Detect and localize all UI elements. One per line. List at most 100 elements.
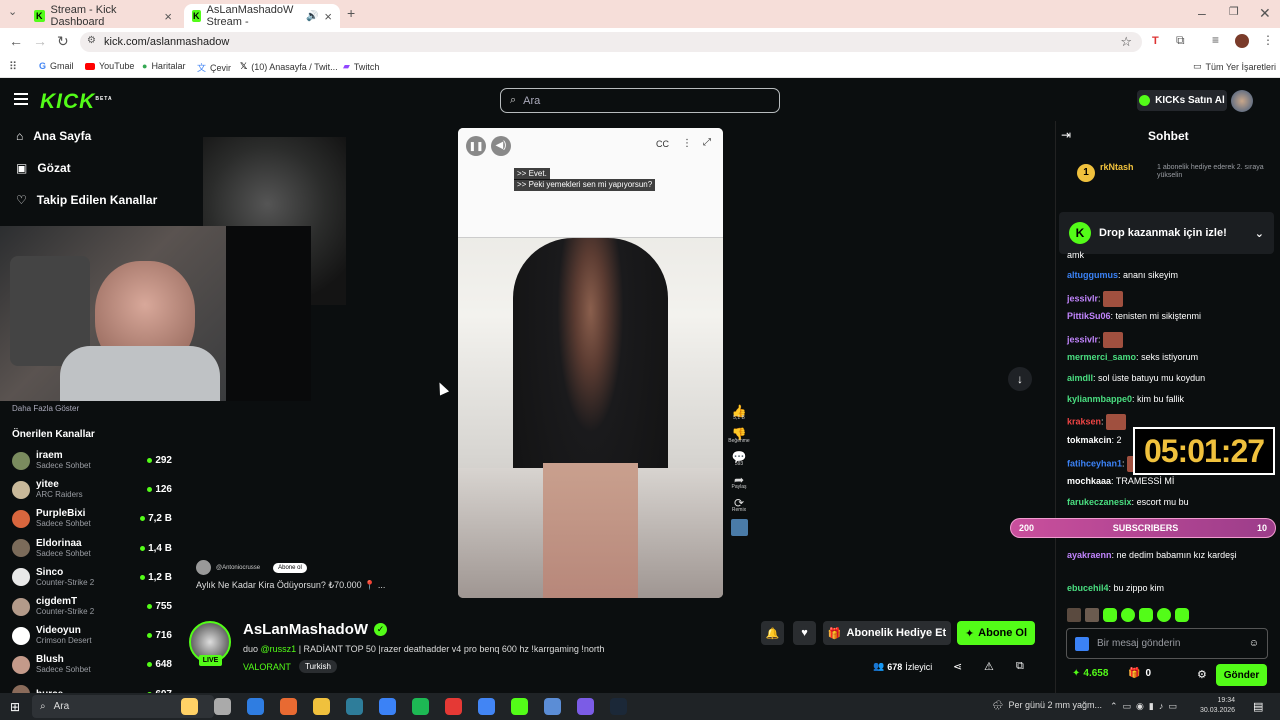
browser-tab-dashboard[interactable]: K Stream - Kick Dashboard × bbox=[26, 4, 180, 28]
shorts-subscribe-button[interactable]: Abone ol bbox=[273, 562, 307, 573]
captions-icon[interactable]: CC bbox=[656, 139, 669, 149]
tab-list-icon[interactable]: ⌄ bbox=[8, 5, 17, 18]
taskbar-app-icon[interactable] bbox=[181, 698, 198, 715]
taskbar-app-icon[interactable] bbox=[313, 698, 330, 715]
volume-icon[interactable]: ◀) bbox=[491, 136, 511, 156]
gift-subscription-button[interactable]: 🎁 Abonelik Hediye Et bbox=[823, 621, 951, 645]
chat-settings-icon[interactable]: ⚙ bbox=[1197, 668, 1207, 681]
bookmark-gmail[interactable]: G Gmail bbox=[39, 61, 74, 71]
windows-start-icon[interactable]: ⊞ bbox=[10, 700, 20, 714]
subscribe-button[interactable]: ✦ Abone Ol bbox=[957, 621, 1035, 645]
more-options-icon[interactable]: ⋮ bbox=[682, 138, 692, 149]
bookmark-translate[interactable]: 文 Çevir bbox=[197, 61, 231, 74]
chat-username[interactable]: jessivlr bbox=[1067, 293, 1098, 303]
recommended-channel[interactable]: iraem Sadece Sohbet 292 bbox=[12, 446, 172, 475]
chat-username[interactable]: mochkaaa bbox=[1067, 476, 1111, 486]
close-tab-icon[interactable]: × bbox=[324, 9, 332, 24]
chat-username[interactable]: mermerci_samo bbox=[1067, 352, 1136, 362]
dislike-icon[interactable]: 👎 bbox=[728, 428, 750, 440]
report-icon[interactable]: ⚠ bbox=[984, 660, 994, 673]
restore-icon[interactable]: ❐ bbox=[1229, 5, 1239, 18]
all-bookmarks[interactable]: ▭ Tüm Yer İşaretleri bbox=[1193, 61, 1276, 72]
taskbar-app-icon[interactable] bbox=[214, 698, 231, 715]
user-avatar[interactable] bbox=[1231, 90, 1253, 112]
taskbar-app-icon[interactable] bbox=[511, 698, 528, 715]
taskbar-app-icon[interactable] bbox=[544, 698, 561, 715]
taskbar-app-icon[interactable] bbox=[577, 698, 594, 715]
scroll-down-icon[interactable]: ↓ bbox=[1008, 367, 1032, 391]
drop-banner[interactable]: K Drop kazanmak için izle! ⌄ bbox=[1059, 212, 1274, 254]
close-tab-icon[interactable]: × bbox=[164, 9, 172, 24]
buy-kicks-button[interactable]: KICKs Satın Al bbox=[1137, 90, 1227, 111]
notifications-icon[interactable]: ▤ bbox=[1253, 700, 1263, 713]
new-tab-icon[interactable]: + bbox=[347, 5, 355, 21]
bookmark-youtube[interactable]: YouTube bbox=[85, 61, 134, 71]
chat-username[interactable]: kraksen bbox=[1067, 416, 1101, 426]
clock[interactable]: 19:34 30.03.2026 bbox=[1200, 696, 1235, 716]
like-icon[interactable]: 👍 bbox=[728, 405, 750, 417]
taskbar-app-icon[interactable] bbox=[445, 698, 462, 715]
bookmark-x[interactable]: 𝕏 (10) Anasayfa / Twit... bbox=[240, 61, 338, 72]
browser-menu-icon[interactable]: ⋮ bbox=[1262, 33, 1274, 47]
emote-icon[interactable] bbox=[1067, 608, 1081, 622]
emote-icon[interactable] bbox=[1175, 608, 1189, 622]
kick-logo[interactable]: KICKBETA bbox=[40, 90, 113, 114]
search-input[interactable]: ⌕ Ara bbox=[500, 88, 780, 113]
emote-icon[interactable] bbox=[1121, 608, 1135, 622]
recommended-channel[interactable]: Videoyun Crimson Desert 716 bbox=[12, 621, 172, 650]
gift-counter[interactable]: 🎁 0 bbox=[1128, 668, 1151, 679]
url-field[interactable]: ⚙ kick.com/aslanmashadow ☆ bbox=[80, 32, 1142, 52]
extension-icon[interactable]: T bbox=[1152, 35, 1159, 47]
bookmark-twitch[interactable]: ▰ Twitch bbox=[343, 61, 379, 72]
language-tag[interactable]: Turkish bbox=[299, 660, 337, 673]
share-stream-icon[interactable]: ⋖ bbox=[953, 660, 962, 673]
taskbar-app-icon[interactable] bbox=[412, 698, 429, 715]
recommended-channel[interactable]: Sinco Counter-Strike 2 1,2 B bbox=[12, 563, 172, 592]
chat-username[interactable]: PittikSu06 bbox=[1067, 311, 1111, 321]
profile-avatar[interactable] bbox=[1235, 34, 1249, 48]
apps-grid-icon[interactable]: ⠿ bbox=[9, 60, 17, 73]
chat-username[interactable]: tokmakcin bbox=[1067, 435, 1112, 445]
short-video[interactable]: ❚❚ ◀) CC ⋮ ⤢ >> Evet. >> Peki yemekleri … bbox=[458, 128, 723, 598]
menu-hamburger-icon[interactable] bbox=[14, 93, 28, 107]
emote-icon[interactable] bbox=[1139, 608, 1153, 622]
comment-icon[interactable]: 💬 bbox=[728, 451, 750, 463]
bookmark-maps[interactable]: ● Haritalar bbox=[142, 61, 185, 71]
bookmark-star-icon[interactable]: ☆ bbox=[1120, 34, 1132, 50]
chevron-down-icon[interactable]: ⌄ bbox=[1255, 227, 1264, 240]
nav-browse[interactable]: ▣ Gözat bbox=[16, 161, 71, 175]
browser-tab-stream[interactable]: K AsLanMashadoW Stream - 🔊 × bbox=[184, 4, 340, 28]
fullscreen-icon[interactable]: ⤢ bbox=[703, 137, 711, 148]
recommended-channel[interactable]: PurpleBixi Sadece Sohbet 7,2 B bbox=[12, 504, 172, 533]
back-icon[interactable]: ← bbox=[9, 33, 23, 49]
streamer-name[interactable]: AsLanMashadoW ✓ bbox=[243, 621, 388, 638]
chat-username[interactable]: altuggumus bbox=[1067, 270, 1118, 280]
chat-username[interactable]: ebucehil4 bbox=[1067, 583, 1109, 593]
taskbar-app-icon[interactable] bbox=[478, 698, 495, 715]
clip-icon[interactable]: ⧉ bbox=[1016, 660, 1024, 673]
chat-username[interactable]: jessivlr bbox=[1067, 334, 1098, 344]
category-link[interactable]: VALORANT bbox=[243, 662, 291, 672]
pause-icon[interactable]: ❚❚ bbox=[466, 136, 486, 156]
taskbar-app-icon[interactable] bbox=[610, 698, 627, 715]
emote-icon[interactable] bbox=[1157, 608, 1171, 622]
follow-heart-icon[interactable]: ♥ bbox=[793, 621, 816, 645]
send-button[interactable]: Gönder bbox=[1216, 664, 1267, 686]
pinned-user[interactable]: rkNtash bbox=[1100, 162, 1134, 172]
chat-username[interactable]: ayakraenn bbox=[1067, 550, 1112, 560]
speaker-icon[interactable]: 🔊 bbox=[306, 11, 318, 22]
notification-bell-icon[interactable]: 🔔 bbox=[761, 621, 784, 645]
chat-input[interactable]: Bir mesaj gönderin ☺ bbox=[1066, 628, 1268, 659]
emote-icon[interactable] bbox=[1085, 608, 1099, 622]
kicks-balance[interactable]: ✦ 4.658 bbox=[1072, 668, 1108, 679]
sound-thumbnail[interactable] bbox=[730, 519, 748, 536]
stream-title-mention[interactable]: @russz1 bbox=[261, 644, 297, 654]
chat-username[interactable]: fatihceyhan1 bbox=[1067, 458, 1122, 468]
collapse-chat-icon[interactable]: ⇥ bbox=[1061, 128, 1071, 142]
minimize-icon[interactable]: – bbox=[1198, 5, 1206, 21]
taskbar-app-icon[interactable] bbox=[280, 698, 297, 715]
reload-icon[interactable]: ↻ bbox=[57, 33, 69, 50]
chat-username[interactable]: kylianmbappe0 bbox=[1067, 394, 1132, 404]
show-more-link[interactable]: Daha Fazla Göster bbox=[12, 404, 79, 413]
weather-widget[interactable]: 🌧 Per günü 2 mm yağm... bbox=[992, 700, 1102, 711]
